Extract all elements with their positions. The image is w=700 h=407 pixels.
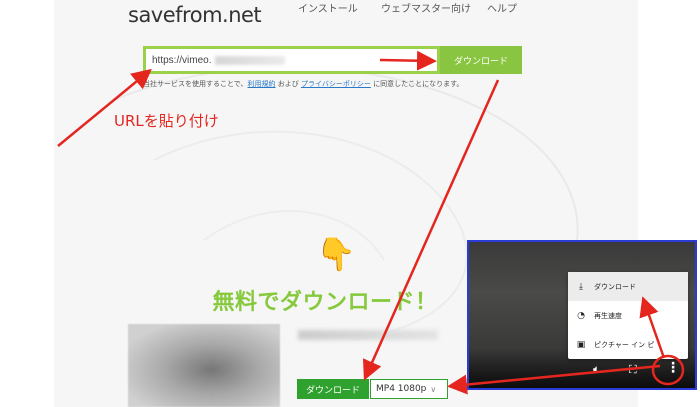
player-context-menu: ⤓ ダウンロード ◔ 再生速度 ▣ ピクチャー イン ピ (568, 272, 688, 359)
result-download-button[interactable]: ダウンロード (297, 379, 369, 399)
pip-icon: ▣ (576, 339, 586, 350)
privacy-link[interactable]: プライバシーポリシー (301, 80, 371, 88)
url-input[interactable]: https://vimeo. (143, 46, 440, 74)
url-input-value: https://vimeo. (152, 54, 212, 66)
terms-suffix: に同意したことになります。 (370, 80, 464, 88)
nav-help[interactable]: ヘルプ (487, 0, 517, 15)
terms-prefix: 当社サービスを使用することで、 (143, 80, 248, 88)
menu-item-label: ピクチャー イン ピ (594, 340, 655, 349)
format-select-value: MP4 1080p (376, 384, 427, 394)
nav-install[interactable]: インストール (298, 0, 358, 15)
nav-webmaster[interactable]: ウェブマスター向け (381, 0, 471, 15)
speed-icon: ◔ (577, 310, 585, 321)
video-title-redacted (298, 330, 438, 340)
terms-link[interactable]: 利用規約 (248, 80, 276, 88)
site-logo[interactable]: savefrom.net (128, 3, 262, 27)
fullscreen-icon[interactable]: ⛶ (629, 363, 637, 377)
download-icon: ⤓ (579, 281, 583, 292)
menu-item-download[interactable]: ⤓ ダウンロード (568, 272, 688, 301)
volume-icon[interactable]: 🔈︎ (593, 362, 600, 377)
format-select[interactable]: MP4 1080p ∨ (370, 379, 448, 399)
promo-title: 無料でダウンロード！ (212, 290, 438, 315)
terms-middle: および (275, 80, 301, 88)
menu-item-label: 再生速度 (594, 311, 622, 320)
terms-notice: 当社サービスを使用することで、利用規約 および プライバシーポリシー に同意した… (143, 79, 523, 89)
pointing-hand-icon: 👇 (316, 235, 356, 273)
video-player-inset: ⤓ ダウンロード ◔ 再生速度 ▣ ピクチャー イン ピ 🔈︎ ⛶ ⋮ (467, 240, 697, 390)
annotation-paste-url: URLを貼り付け (114, 112, 219, 130)
menu-item-speed[interactable]: ◔ 再生速度 (568, 301, 688, 330)
download-button[interactable]: ダウンロード (440, 46, 522, 74)
menu-item-pip[interactable]: ▣ ピクチャー イン ピ (568, 330, 688, 359)
video-thumbnail (128, 324, 280, 407)
menu-item-label: ダウンロード (594, 282, 636, 291)
chevron-down-icon: ∨ (430, 384, 437, 394)
url-redacted (215, 55, 286, 65)
more-options-icon[interactable]: ⋮ (666, 360, 680, 376)
